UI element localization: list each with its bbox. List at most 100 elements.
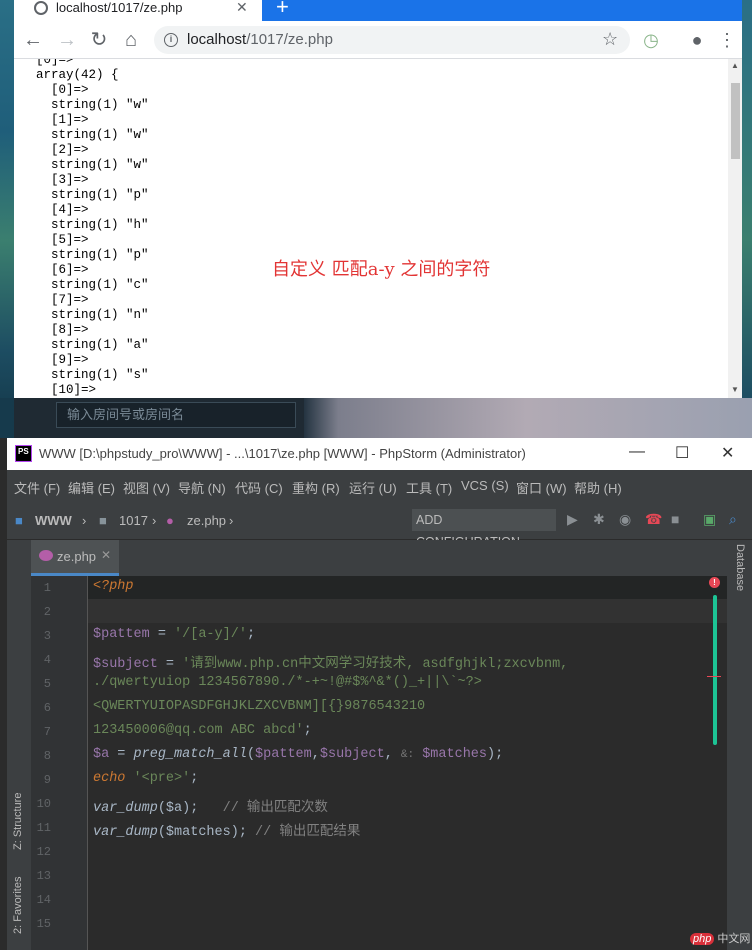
line-number: 8: [43, 749, 51, 763]
menu-code[interactable]: 代码 (C): [235, 478, 283, 497]
bookmark-star-icon[interactable]: ☆: [602, 29, 618, 50]
coverage-icon[interactable]: ◉: [619, 511, 631, 528]
run-icon[interactable]: ▶: [567, 511, 578, 528]
menu-edit[interactable]: 编辑 (E): [68, 478, 115, 497]
stop-icon[interactable]: ■: [671, 511, 679, 527]
search-icon[interactable]: ⌕: [729, 511, 737, 528]
code-line-11[interactable]: var_dump($matches); // 输出匹配结果: [93, 819, 360, 840]
browser-toolbar: ← → ↻ ⌂ i localhost/1017/ze.php ☆ ◷ ● ⋮: [14, 21, 742, 59]
background-app-bar: 输入房间号或房间名: [14, 398, 304, 438]
breadcrumb-folder[interactable]: 1017: [119, 513, 148, 528]
menu-navigate[interactable]: 导航 (N): [178, 478, 226, 497]
tab-strip: localhost/1017/ze.php ✕ +: [14, 0, 742, 21]
output-line: [6]=>: [36, 263, 89, 277]
output-line: [5]=>: [36, 233, 89, 247]
menu-window[interactable]: 窗口 (W): [516, 478, 567, 497]
reload-icon[interactable]: ↻: [88, 29, 110, 51]
code-line-3[interactable]: $pattem = '/[a-y]/';: [93, 627, 255, 642]
output-line: string(1) "w": [36, 158, 149, 172]
menu-run[interactable]: 运行 (U): [349, 478, 397, 497]
left-tool-strip: Z: Structure 2: Favorites: [7, 540, 31, 950]
watermark: php 中文网: [690, 930, 750, 946]
annotation-text: 自定义 匹配a-y 之间的字符: [272, 259, 491, 280]
chevron-right-icon: ›: [152, 513, 157, 528]
error-indicator-icon[interactable]: !: [709, 577, 720, 588]
scroll-down-icon[interactable]: ▼: [731, 385, 739, 394]
home-icon[interactable]: ⌂: [120, 29, 142, 51]
menu-tools[interactable]: 工具 (T): [406, 478, 452, 497]
maximize-icon[interactable]: ☐: [675, 443, 689, 463]
code-line-5[interactable]: ./qwertyuiop 1234567890./*-+~!@#$%^&*()_…: [93, 675, 482, 690]
structure-tool-button[interactable]: Z: Structure: [12, 793, 24, 850]
listen-debug-icon[interactable]: ☎: [645, 511, 662, 528]
code-line-1[interactable]: <?php: [93, 579, 134, 594]
scroll-up-icon[interactable]: ▲: [731, 61, 739, 70]
new-tab-icon[interactable]: +: [276, 0, 289, 18]
project-folder-icon: ■: [15, 513, 23, 528]
vertical-scrollbar[interactable]: ▲ ▼: [728, 59, 742, 398]
close-tab-icon[interactable]: ✕: [101, 548, 111, 562]
room-search-input[interactable]: 输入房间号或房间名: [56, 402, 296, 428]
line-number: 4: [43, 653, 51, 667]
output-line: string(1) "a": [36, 338, 149, 352]
menu-kebab-icon[interactable]: ⋮: [716, 29, 738, 51]
output-line: [8]=>: [36, 323, 89, 337]
phpstorm-logo-icon: PS: [15, 445, 32, 462]
output-line: [1]=>: [36, 113, 89, 127]
menu-help[interactable]: 帮助 (H): [574, 478, 622, 497]
tab-ze-php[interactable]: ze.php ✕: [31, 540, 119, 576]
database-tool-button[interactable]: Database: [734, 544, 746, 591]
line-number: 15: [36, 917, 51, 931]
menu-view[interactable]: 视图 (V): [123, 478, 170, 497]
code-line-6[interactable]: <QWERTYUIOPASDFGHJKLZXCVBNM][{}987654321…: [93, 699, 425, 714]
url-text: localhost/1017/ze.php: [187, 31, 333, 48]
close-tab-icon[interactable]: ✕: [236, 0, 248, 14]
error-marker[interactable]: [707, 676, 721, 677]
extension-clock-icon[interactable]: ◷: [640, 29, 662, 51]
output-line: string(1) "s": [36, 368, 149, 382]
ide-titlebar: PS WWW [D:\phpstudy_pro\WWW] - ...\1017\…: [7, 438, 752, 470]
code-line-9[interactable]: echo '<pre>';: [93, 771, 198, 786]
window-title: WWW [D:\phpstudy_pro\WWW] - ...\1017\ze.…: [39, 446, 526, 461]
output-line: [9]=>: [36, 353, 89, 367]
breadcrumb-project[interactable]: WWW: [35, 513, 72, 528]
menu-vcs[interactable]: VCS (S): [461, 478, 509, 493]
output-line: string(1) "w": [36, 98, 149, 112]
menu-refactor[interactable]: 重构 (R): [292, 478, 340, 497]
code-line-4[interactable]: $subject = '请到www.php.cn中文网学习好技术, asdfgh…: [93, 651, 568, 672]
add-configuration-button[interactable]: ADD CONFIGURATION...: [412, 509, 556, 549]
folder-icon: ■: [99, 513, 107, 528]
close-window-icon[interactable]: ✕: [721, 443, 734, 463]
output-line: string(1) "n": [36, 308, 149, 322]
back-arrow-icon[interactable]: ←: [22, 29, 44, 51]
forward-arrow-icon[interactable]: →: [56, 29, 78, 51]
output-line: string(1) "w": [36, 128, 149, 142]
line-number: 13: [36, 869, 51, 883]
debug-icon[interactable]: ✱: [593, 511, 605, 528]
account-icon[interactable]: ●: [686, 29, 708, 51]
code-line-7[interactable]: 123450006@qq.com ABC abcd';: [93, 723, 312, 738]
minimize-icon[interactable]: —: [629, 443, 645, 461]
output-line: [3]=>: [36, 173, 89, 187]
terminal-icon[interactable]: ▣: [703, 511, 716, 528]
breadcrumb-file[interactable]: ze.php: [187, 513, 226, 528]
line-number: 9: [43, 773, 51, 787]
output-line: string(1) "h": [36, 218, 149, 232]
menu-file[interactable]: 文件 (F): [14, 478, 60, 497]
page-viewport: [0]=> array(42) { [0]=> string(1) "w" [1]…: [14, 59, 742, 398]
output-line: [4]=>: [36, 203, 89, 217]
globe-icon: [34, 1, 48, 15]
desktop-background-right: [742, 0, 752, 400]
scrollbar-thumb[interactable]: [731, 83, 740, 159]
line-number: 11: [36, 821, 51, 835]
address-bar[interactable]: i localhost/1017/ze.php ☆: [154, 26, 630, 54]
chevron-right-icon: ›: [82, 513, 87, 528]
info-icon[interactable]: i: [164, 33, 178, 47]
scroll-marker-bar[interactable]: [713, 595, 717, 745]
code-line-10[interactable]: var_dump($a); // 输出匹配次数: [93, 795, 328, 816]
code-line-8[interactable]: $a = preg_match_all($pattem,$subject, &:…: [93, 747, 503, 762]
line-number: 7: [43, 725, 51, 739]
favorites-tool-button[interactable]: 2: Favorites: [12, 877, 24, 934]
browser-tab[interactable]: localhost/1017/ze.php ✕: [14, 0, 262, 21]
line-number-gutter: 1 2 3 4 5 6 7 8 9 10 11 12 13 14 15: [31, 576, 88, 950]
